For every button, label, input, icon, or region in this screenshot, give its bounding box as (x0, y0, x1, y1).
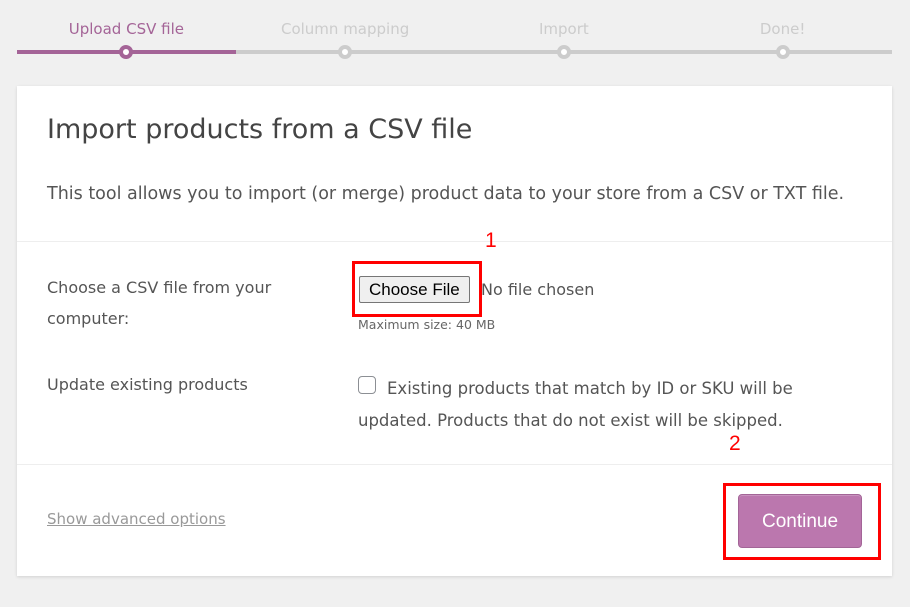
progress-steps: Upload CSV file Column mapping Import Do… (17, 0, 892, 70)
step-dot (338, 45, 353, 59)
annotation-number-2: 2 (729, 432, 741, 455)
step-dot (119, 45, 134, 59)
annotation-box-2 (723, 483, 881, 560)
step-label: Upload CSV file (68, 20, 184, 38)
update-existing-description: Existing products that match by ID or SK… (358, 379, 793, 430)
step-column-mapping: Column mapping (235, 0, 455, 70)
show-advanced-options-link[interactable]: Show advanced options (47, 510, 226, 528)
update-row-label: Update existing products (47, 375, 248, 394)
step-import: Import (454, 0, 674, 70)
page-title: Import products from a CSV file (47, 114, 473, 145)
step-dot (556, 45, 571, 59)
step-upload-csv: Upload CSV file (17, 0, 236, 70)
divider (17, 464, 892, 465)
annotation-number-1: 1 (485, 229, 497, 252)
divider (17, 241, 892, 242)
file-row-label: Choose a CSV file from your computer: (47, 278, 272, 328)
page-description: This tool allows you to import (or merge… (47, 184, 845, 204)
max-size-note: Maximum size: 40 MB (358, 317, 496, 332)
step-label: Column mapping (280, 20, 410, 38)
file-status: No file chosen (481, 280, 595, 299)
step-dot (775, 45, 790, 59)
annotation-box-1 (352, 261, 482, 317)
step-done: Done! (673, 0, 892, 70)
step-label: Done! (759, 20, 806, 38)
step-label: Import (538, 20, 589, 38)
